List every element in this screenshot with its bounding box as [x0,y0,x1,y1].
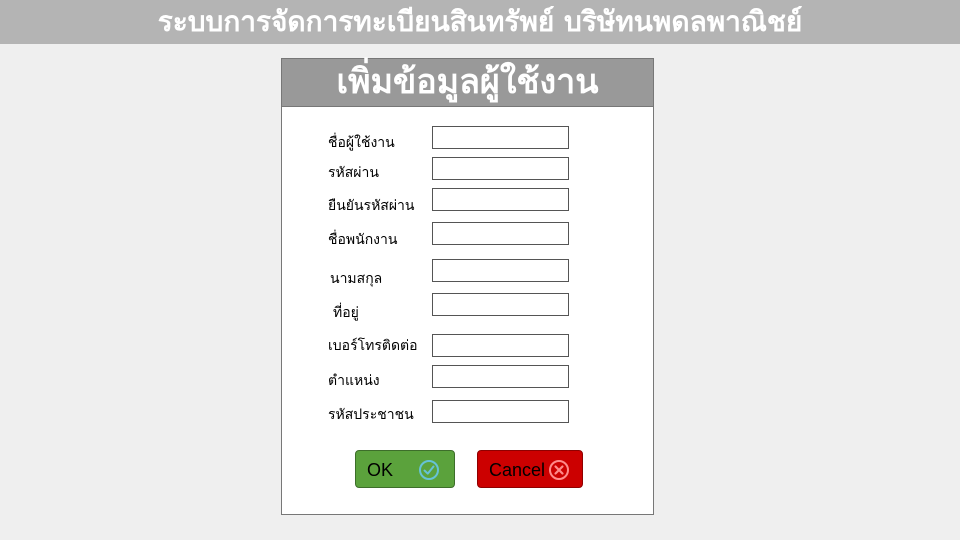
position-label: ตำแหน่ง [328,373,380,389]
address-input[interactable] [432,293,569,316]
employee-name-input[interactable] [432,222,569,245]
confirm-password-label: ยืนยันรหัสผ่าน [328,198,415,214]
phone-label: เบอร์โทรติดต่อ [328,338,418,354]
form-title: เพิ่มข้อมูลผู้ใช้งาน [336,62,599,102]
password-input[interactable] [432,157,569,180]
confirm-password-input[interactable] [432,188,569,211]
username-label: ชื่อผู้ใช้งาน [328,135,395,151]
title-bar: ระบบการจัดการทะเบียนสินทรัพย์ บริษัทนพดล… [0,0,960,44]
national-id-input[interactable] [432,400,569,423]
form-header: เพิ่มข้อมูลผู้ใช้งาน [282,59,653,107]
username-input[interactable] [432,126,569,149]
app-title: ระบบการจัดการทะเบียนสินทรัพย์ บริษัทนพดล… [157,5,803,38]
surname-label: นามสกุล [330,271,383,287]
ok-button[interactable]: OK [355,450,455,488]
surname-input[interactable] [432,259,569,282]
cancel-button[interactable]: Cancel [477,450,583,488]
position-input[interactable] [432,365,569,388]
ok-button-label: OK [367,460,394,480]
check-circle-icon [419,460,439,480]
cancel-button-label: Cancel [489,460,546,480]
employee-name-label: ชื่อพนักงาน [328,232,398,248]
phone-input[interactable] [432,334,569,357]
national-id-label: รหัสประชาชน [328,407,414,423]
address-label: ที่อยู่ [333,305,359,321]
password-label: รหัสผ่าน [328,165,379,181]
add-user-form: เพิ่มข้อมูลผู้ใช้งาน ชื่อผู้ใช้งาน รหัสผ… [281,58,654,515]
close-circle-icon [549,460,569,480]
